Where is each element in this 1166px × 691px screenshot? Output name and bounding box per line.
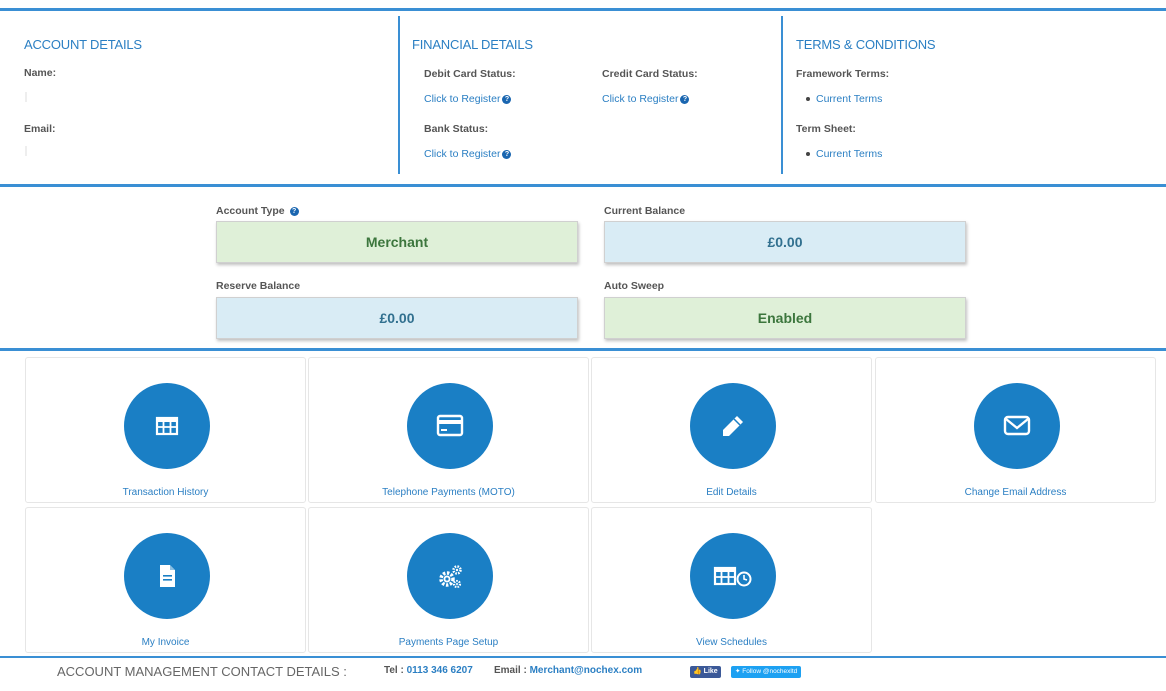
twitter-follow-button[interactable]: ✦ Follow @nochexltd (731, 666, 802, 678)
tile-label: Transaction History (122, 487, 209, 498)
credit-register-link[interactable]: Click to Register? (602, 93, 690, 105)
email-label: Email: (24, 123, 56, 135)
tel-value: 0113 346 6207 (406, 665, 473, 676)
bank-status-label: Bank Status: (424, 123, 489, 135)
tile-label: My Invoice (141, 637, 190, 648)
term-sheet-link[interactable]: Current Terms (806, 148, 882, 160)
account-type-label: Account Type ? (216, 205, 299, 217)
label-text: Account Type (216, 205, 285, 217)
follow-label: Follow @nochexltd (742, 668, 798, 675)
link-text: Current Terms (816, 148, 883, 160)
tel-label: Tel : (384, 665, 407, 676)
reserve-balance-label: Reserve Balance (216, 280, 301, 292)
debit-card-status-label: Debit Card Status: (424, 68, 516, 80)
account-type-value: Merchant (216, 221, 578, 263)
like-label: Like (703, 668, 718, 675)
document-icon (124, 533, 210, 619)
link-text: Click to Register (424, 148, 501, 160)
gears-icon (407, 533, 493, 619)
bullet-icon (806, 97, 810, 102)
telephone-payments-tile[interactable]: Telephone Payments (MOTO) (308, 357, 589, 503)
bank-register-link[interactable]: Click to Register? (424, 148, 512, 160)
envelope-icon (974, 383, 1060, 469)
link-text: Click to Register (602, 93, 679, 105)
name-label: Name: (24, 67, 57, 79)
facebook-like-button[interactable]: 👍 Like (690, 666, 721, 678)
column-divider (398, 16, 400, 174)
name-value (25, 92, 27, 102)
link-text: Current Terms (816, 93, 883, 105)
contact-details-title: ACCOUNT MANAGEMENT CONTACT DETAILS : (57, 664, 347, 679)
current-balance-label: Current Balance (604, 205, 686, 217)
change-email-tile[interactable]: Change Email Address (875, 357, 1156, 503)
credit-card-icon (407, 383, 493, 469)
email-label: Email : (494, 665, 530, 676)
payments-page-setup-tile[interactable]: Payments Page Setup (308, 507, 589, 653)
credit-card-status-label: Credit Card Status: (602, 68, 698, 80)
section-title: ACCOUNT DETAILS (24, 37, 142, 52)
email-link[interactable]: Merchant@nochex.com (530, 665, 643, 676)
section-title: FINANCIAL DETAILS (412, 37, 533, 52)
reserve-balance-value: £0.00 (216, 297, 578, 339)
pencil-icon (690, 383, 776, 469)
auto-sweep-label: Auto Sweep (604, 280, 665, 292)
section-divider-3 (0, 656, 1166, 658)
tile-label: Telephone Payments (MOTO) (382, 487, 515, 498)
auto-sweep-value: Enabled (604, 297, 966, 339)
tile-label: Edit Details (706, 487, 757, 498)
framework-terms-label: Framework Terms: (796, 68, 890, 80)
term-sheet-label: Term Sheet: (796, 123, 856, 135)
top-border (0, 8, 1166, 11)
tile-label: Change Email Address (964, 487, 1067, 498)
tile-label: View Schedules (696, 637, 767, 648)
contact-email: Email : Merchant@nochex.com (494, 665, 642, 676)
section-divider-1 (0, 184, 1166, 187)
section-title: TERMS & CONDITIONS (796, 37, 936, 52)
view-schedules-tile[interactable]: View Schedules (591, 507, 872, 653)
question-icon[interactable]: ? (502, 94, 512, 104)
contact-tel: Tel : 0113 346 6207 (384, 665, 473, 676)
column-divider (781, 16, 783, 174)
question-icon[interactable]: ? (680, 94, 690, 104)
transaction-history-tile[interactable]: Transaction History (25, 357, 306, 503)
my-invoice-tile[interactable]: My Invoice (25, 507, 306, 653)
current-balance-value: £0.00 (604, 221, 966, 263)
question-icon[interactable]: ? (289, 206, 299, 216)
table-icon (124, 383, 210, 469)
bullet-icon (806, 152, 810, 157)
edit-details-tile[interactable]: Edit Details (591, 357, 872, 503)
link-text: Click to Register (424, 93, 501, 105)
table-clock-icon (690, 533, 776, 619)
debit-register-link[interactable]: Click to Register? (424, 93, 512, 105)
email-value (25, 146, 27, 156)
question-icon[interactable]: ? (502, 149, 512, 159)
section-divider-2 (0, 348, 1166, 351)
tile-label: Payments Page Setup (398, 637, 499, 648)
framework-terms-link[interactable]: Current Terms (806, 93, 882, 105)
